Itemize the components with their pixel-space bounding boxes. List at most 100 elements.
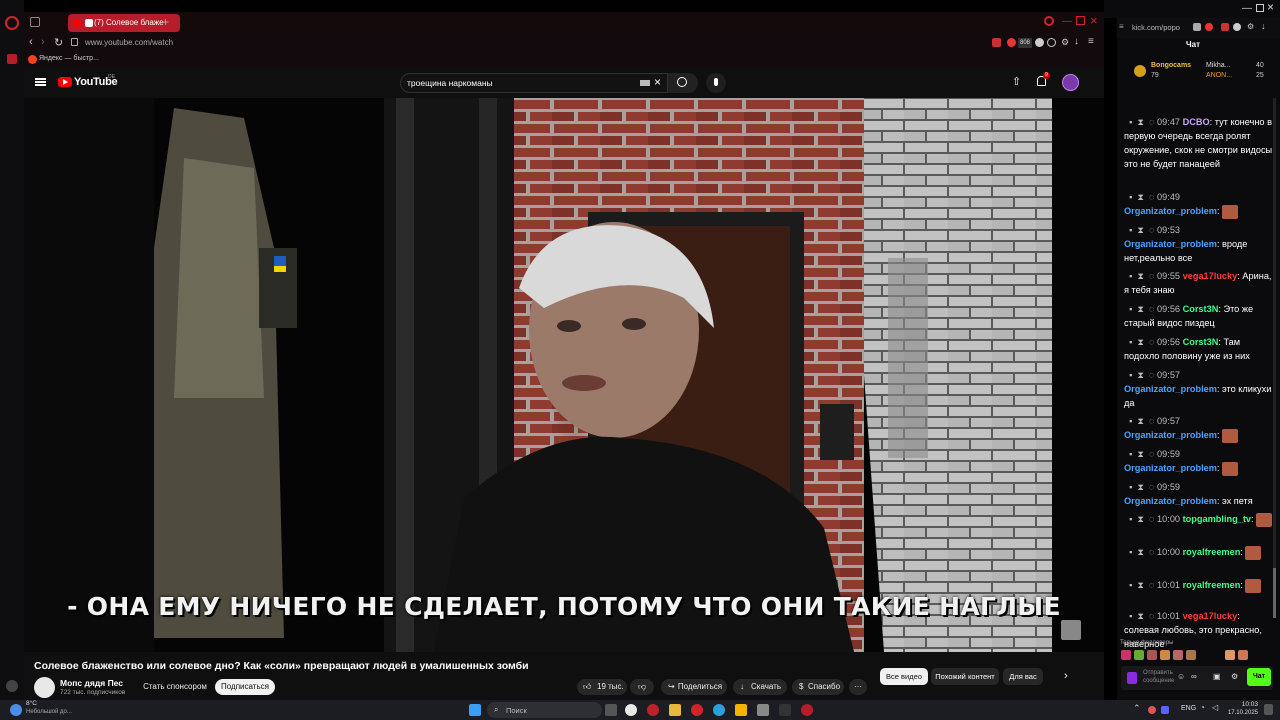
- top-donor-name[interactable]: Bongocams: [1151, 62, 1191, 69]
- search-box[interactable]: троещина наркоманы ×: [400, 73, 668, 93]
- chat-message[interactable]: ▪ ⧗ ◌ 10:01 royalfreemen:: [1124, 578, 1274, 593]
- create-icon[interactable]: ⇧: [1012, 75, 1021, 88]
- volume-icon[interactable]: ◁: [1212, 703, 1218, 712]
- chat-menu-icon[interactable]: ≡: [1119, 22, 1124, 31]
- telegram-icon[interactable]: [713, 704, 725, 716]
- opera-gx-icon[interactable]: [691, 704, 703, 716]
- message-username[interactable]: Corst3N: [1183, 304, 1219, 314]
- chat-ext-icon-5[interactable]: ⚙: [1247, 22, 1254, 31]
- subscribe-button[interactable]: Подписаться: [215, 679, 275, 695]
- sticky-notes-icon[interactable]: [735, 704, 747, 716]
- chat-ext-icon-4[interactable]: [1233, 23, 1241, 31]
- ext-icon-1[interactable]: [992, 38, 1001, 47]
- chat-minimize-icon[interactable]: —: [1242, 3, 1252, 14]
- start-icon[interactable]: [469, 704, 481, 716]
- avatar[interactable]: [1062, 74, 1079, 91]
- download-button[interactable]: ↓ Скачать: [733, 679, 787, 695]
- keyboard-icon[interactable]: [640, 80, 650, 86]
- emote-icon-7[interactable]: [1225, 650, 1235, 660]
- emote-icon-6[interactable]: [1186, 650, 1196, 660]
- tab-audio-icon[interactable]: [85, 19, 93, 27]
- app-icon-1[interactable]: [779, 704, 791, 716]
- message-username[interactable]: royalfreemen: [1183, 580, 1241, 590]
- url-field[interactable]: www.youtube.com/watch: [85, 38, 173, 47]
- tray-overflow-icon[interactable]: ⌃: [1133, 703, 1141, 714]
- donor-3-name[interactable]: ANON...: [1206, 72, 1232, 79]
- chat-send-button[interactable]: Чат: [1247, 668, 1271, 686]
- forward-icon[interactable]: ›: [41, 36, 45, 48]
- sponsor-button[interactable]: Стать спонсором: [139, 679, 211, 695]
- download-icon[interactable]: ↓: [1074, 36, 1079, 47]
- message-username[interactable]: royalfreemen: [1183, 547, 1241, 557]
- hamburger-icon[interactable]: [35, 78, 46, 80]
- chat-close-icon[interactable]: ×: [1267, 0, 1274, 14]
- opera-taskbar-icon[interactable]: [647, 704, 659, 716]
- search-button[interactable]: [668, 73, 698, 93]
- chat-message[interactable]: ▪ ⧗ ◌ 09:57 Organizator_problem: это кли…: [1124, 368, 1274, 410]
- emote-icon-5[interactable]: [1173, 650, 1183, 660]
- ext-icon-4[interactable]: [1047, 38, 1056, 47]
- chat-link-icon[interactable]: ∞: [1191, 672, 1197, 681]
- channel-watermark-icon[interactable]: [1061, 620, 1081, 640]
- chat-input[interactable]: Отправить сообщение: [1143, 669, 1174, 685]
- channel-avatar[interactable]: [34, 677, 55, 698]
- youtube-logo-icon[interactable]: [58, 77, 72, 87]
- chat-download-icon[interactable]: ↓: [1261, 21, 1266, 31]
- weather-desc[interactable]: Небольшой до...: [26, 709, 72, 715]
- chat-settings-icon[interactable]: ⚙: [1231, 672, 1238, 681]
- clock-date[interactable]: 17.10.2025: [1222, 710, 1258, 716]
- chat-ext-icon-1[interactable]: [1193, 23, 1201, 31]
- chip-all-videos[interactable]: Все видео: [880, 668, 928, 685]
- chat-message[interactable]: ▪ ⧗ ◌ 09:56 Corst3N: Это же старый видос…: [1124, 302, 1274, 330]
- chat-emote-picker-icon[interactable]: ☺: [1177, 672, 1185, 681]
- message-username[interactable]: Organizator_problem: [1124, 384, 1217, 394]
- like-button[interactable]: 👍︎ 19 тыс.: [577, 679, 627, 695]
- chat-ext-icon-3[interactable]: [1221, 23, 1229, 31]
- channel-name[interactable]: Мопс дядя Пес: [60, 678, 123, 688]
- donor-2-name[interactable]: Mikha...: [1206, 62, 1231, 69]
- more-actions-button[interactable]: ···: [849, 679, 867, 695]
- taskbar-search[interactable]: ⌕ Поиск: [487, 702, 602, 718]
- language-indicator[interactable]: ENG: [1181, 705, 1196, 712]
- share-button[interactable]: ↪ Поделиться: [661, 679, 727, 695]
- chat-message[interactable]: ▪ ⧗ ◌ 09:47 DCBO: тут конечно в первую о…: [1124, 115, 1274, 171]
- message-username[interactable]: Organizator_problem: [1124, 496, 1217, 506]
- workspaces-icon[interactable]: [30, 17, 40, 27]
- file-explorer-icon[interactable]: [669, 704, 681, 716]
- message-username[interactable]: Organizator_problem: [1124, 239, 1217, 249]
- message-username[interactable]: vega17lucky: [1183, 611, 1238, 621]
- reload-icon[interactable]: ↻: [54, 36, 63, 49]
- thanks-button[interactable]: $ Спасибо: [792, 679, 844, 695]
- chat-gift-icon[interactable]: ▣: [1213, 672, 1221, 681]
- tray-icon-1[interactable]: [1148, 706, 1156, 714]
- clock-time[interactable]: 10:03: [1228, 701, 1258, 708]
- wifi-icon[interactable]: ◔: [1200, 703, 1205, 712]
- message-username[interactable]: Organizator_problem: [1124, 430, 1217, 440]
- back-icon[interactable]: ‹: [29, 36, 33, 48]
- message-username[interactable]: vega17lucky: [1183, 271, 1238, 281]
- minimize-icon[interactable]: —: [1062, 16, 1072, 27]
- bookmark-yandex[interactable]: Яндекс — быстр...: [39, 55, 99, 62]
- chat-message[interactable]: ▪ ⧗ ◌ 09:57 Organizator_problem:: [1124, 414, 1274, 443]
- task-view-icon[interactable]: [605, 704, 617, 716]
- chat-url[interactable]: kick.com/popo: [1132, 23, 1180, 32]
- ext-icon-3[interactable]: [1035, 38, 1044, 47]
- chat-message[interactable]: ▪ ⧗ ◌ 09:49 Organizator_problem:: [1124, 190, 1274, 219]
- notification-center-icon[interactable]: [1264, 704, 1273, 715]
- message-username[interactable]: topgambling_tv: [1183, 514, 1251, 524]
- search-input[interactable]: троещина наркоманы: [407, 78, 493, 88]
- chat-message[interactable]: ▪ ⧗ ◌ 09:56 Corst3N: Там подохло половин…: [1124, 335, 1274, 363]
- voice-search-button[interactable]: [706, 73, 726, 93]
- chip-for-you[interactable]: Для вас: [1003, 668, 1043, 685]
- video-player[interactable]: - ОНА ЕМУ НИЧЕГО НЕ СДЕЛАЕТ, ПОТОМУ ЧТО …: [24, 98, 1104, 652]
- search-tabs-icon[interactable]: [1044, 16, 1054, 26]
- weather-temp[interactable]: 8°C: [26, 700, 37, 707]
- calculator-icon[interactable]: [757, 704, 769, 716]
- weather-icon[interactable]: [10, 704, 22, 716]
- chat-ext-icon-2[interactable]: [1205, 23, 1213, 31]
- emote-icon-1[interactable]: [1121, 650, 1131, 660]
- emote-icon-2[interactable]: [1134, 650, 1144, 660]
- chips-next-icon[interactable]: ›: [1064, 670, 1068, 682]
- chat-message[interactable]: ▪ ⧗ ◌ 10:00 royalfreemen:: [1124, 545, 1274, 560]
- chip-related[interactable]: Похожий контент: [931, 668, 999, 685]
